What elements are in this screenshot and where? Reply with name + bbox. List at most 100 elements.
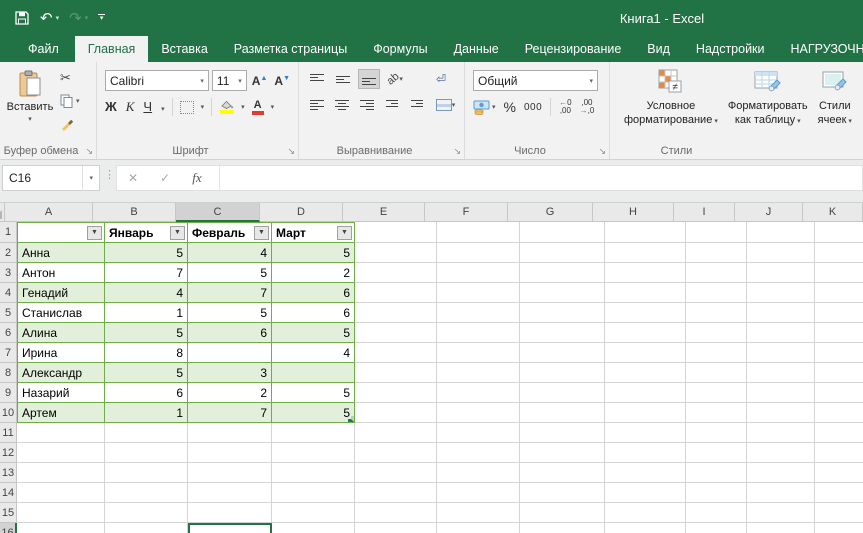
- cell-J11[interactable]: [747, 423, 815, 443]
- cell-C5[interactable]: 5: [188, 303, 272, 323]
- underline-dropdown-icon[interactable]: ▾: [161, 105, 165, 113]
- cell-H2[interactable]: [605, 243, 686, 263]
- align-middle-button[interactable]: [333, 70, 353, 88]
- cell-E6[interactable]: [355, 323, 437, 343]
- insert-function-icon[interactable]: fx: [181, 170, 213, 186]
- cell-H12[interactable]: [605, 443, 686, 463]
- underline-button[interactable]: Ч: [143, 99, 152, 114]
- number-format-select[interactable]: Общий▾: [473, 70, 598, 91]
- cell-H6[interactable]: [605, 323, 686, 343]
- font-name-select[interactable]: Calibri▾: [105, 70, 209, 91]
- cell-J8[interactable]: [747, 363, 815, 383]
- cell-H7[interactable]: [605, 343, 686, 363]
- cell-G12[interactable]: [520, 443, 605, 463]
- formula-bar-resize-handle[interactable]: ⋮: [104, 168, 115, 181]
- decrease-font-size-button[interactable]: A▼: [272, 74, 292, 88]
- cell-B1[interactable]: Январь▼: [105, 222, 188, 243]
- cell-B6[interactable]: 5: [105, 323, 188, 343]
- cell-C9[interactable]: 2: [188, 383, 272, 403]
- cell-A3[interactable]: Антон: [17, 263, 105, 283]
- row-header-8[interactable]: 8: [0, 363, 17, 383]
- cell-H5[interactable]: [605, 303, 686, 323]
- cell-I10[interactable]: [686, 403, 747, 423]
- cell-I9[interactable]: [686, 383, 747, 403]
- row-header-11[interactable]: 11: [0, 423, 17, 443]
- cell-K14[interactable]: [815, 483, 863, 503]
- cell-J2[interactable]: [747, 243, 815, 263]
- cell-F16[interactable]: [437, 523, 520, 533]
- cell-K2[interactable]: [815, 243, 863, 263]
- cell-G10[interactable]: [520, 403, 605, 423]
- cell-E2[interactable]: [355, 243, 437, 263]
- cell-K15[interactable]: [815, 503, 863, 523]
- filter-button-C1[interactable]: ▼: [254, 226, 269, 240]
- row-header-5[interactable]: 5: [0, 303, 17, 323]
- borders-button[interactable]: [180, 101, 194, 114]
- filter-button-D1[interactable]: ▼: [337, 226, 352, 240]
- cell-B3[interactable]: 7: [105, 263, 188, 283]
- tab-разметка-страницы[interactable]: Разметка страницы: [221, 36, 360, 62]
- cell-G9[interactable]: [520, 383, 605, 403]
- cell-G6[interactable]: [520, 323, 605, 343]
- cell-J3[interactable]: [747, 263, 815, 283]
- cell-D12[interactable]: [272, 443, 355, 463]
- cell-D13[interactable]: [272, 463, 355, 483]
- cell-F3[interactable]: [437, 263, 520, 283]
- enter-icon[interactable]: ✓: [149, 171, 181, 185]
- cell-C8[interactable]: 3: [188, 363, 272, 383]
- fill-color-dropdown-icon[interactable]: ▾: [241, 103, 245, 111]
- cell-B13[interactable]: [105, 463, 188, 483]
- font-color-dropdown-icon[interactable]: ▾: [271, 103, 275, 111]
- cell-A16[interactable]: [17, 523, 105, 533]
- cell-E4[interactable]: [355, 283, 437, 303]
- cell-A12[interactable]: [17, 443, 105, 463]
- decrease-decimal-button[interactable]: ,00→,0: [580, 99, 595, 115]
- font-dialog-launcher-icon[interactable]: ↘: [287, 147, 295, 156]
- cell-H10[interactable]: [605, 403, 686, 423]
- cell-B2[interactable]: 5: [105, 243, 188, 263]
- row-header-13[interactable]: 13: [0, 463, 17, 483]
- merge-center-button[interactable]: ▾: [433, 96, 458, 114]
- cell-E12[interactable]: [355, 443, 437, 463]
- cell-C12[interactable]: [188, 443, 272, 463]
- format-table-dropdown-icon[interactable]: ▾: [797, 118, 801, 125]
- increase-decimal-button[interactable]: ←0,00: [559, 99, 571, 115]
- row-header-6[interactable]: 6: [0, 323, 17, 343]
- cell-C4[interactable]: 7: [188, 283, 272, 303]
- cell-G1[interactable]: [520, 222, 605, 243]
- cell-J10[interactable]: [747, 403, 815, 423]
- paste-button[interactable]: Вставить ▾: [6, 70, 54, 142]
- cell-J14[interactable]: [747, 483, 815, 503]
- cell-J6[interactable]: [747, 323, 815, 343]
- cell-K7[interactable]: [815, 343, 863, 363]
- cell-I8[interactable]: [686, 363, 747, 383]
- cell-F12[interactable]: [437, 443, 520, 463]
- cell-H4[interactable]: [605, 283, 686, 303]
- cell-F1[interactable]: [437, 222, 520, 243]
- row-header-10[interactable]: 10: [0, 403, 17, 423]
- cell-A7[interactable]: Ирина: [17, 343, 105, 363]
- row-header-12[interactable]: 12: [0, 443, 17, 463]
- name-box[interactable]: C16 ▾: [2, 165, 100, 191]
- cell-G3[interactable]: [520, 263, 605, 283]
- cell-G2[interactable]: [520, 243, 605, 263]
- tab-данные[interactable]: Данные: [441, 36, 512, 62]
- cell-H16[interactable]: [605, 523, 686, 533]
- cell-A14[interactable]: [17, 483, 105, 503]
- cell-F14[interactable]: [437, 483, 520, 503]
- cell-J16[interactable]: [747, 523, 815, 533]
- cell-E11[interactable]: [355, 423, 437, 443]
- clipboard-dialog-launcher-icon[interactable]: ↘: [85, 147, 93, 156]
- align-top-button[interactable]: [307, 70, 327, 88]
- row-header-15[interactable]: 15: [0, 503, 17, 523]
- table-resize-handle[interactable]: [348, 416, 354, 422]
- cell-C1[interactable]: Февраль▼: [188, 222, 272, 243]
- cell-K4[interactable]: [815, 283, 863, 303]
- tab-формулы[interactable]: Формулы: [360, 36, 440, 62]
- cell-C2[interactable]: 4: [188, 243, 272, 263]
- cell-D10[interactable]: 5: [272, 403, 355, 423]
- cell-E15[interactable]: [355, 503, 437, 523]
- cell-I2[interactable]: [686, 243, 747, 263]
- align-bottom-button[interactable]: [359, 70, 379, 88]
- cell-I15[interactable]: [686, 503, 747, 523]
